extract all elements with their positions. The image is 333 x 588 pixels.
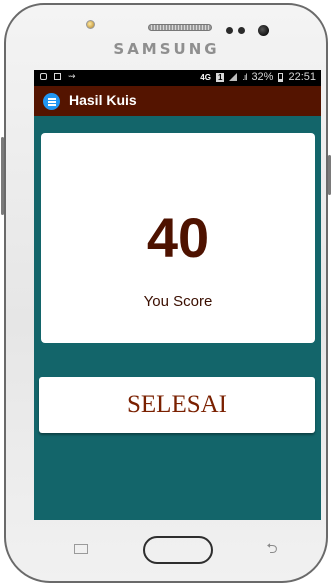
volume-button — [1, 137, 4, 215]
home-icon[interactable] — [143, 536, 213, 564]
brand-logo: SAMSUNG — [113, 40, 220, 58]
score-card: 40 You Score — [41, 133, 315, 343]
battery-icon — [278, 72, 284, 82]
list-icon — [43, 93, 60, 110]
image-icon — [54, 73, 61, 80]
status-notifications: ⇝ — [40, 71, 76, 82]
clock: 22:51 — [288, 71, 316, 83]
page-title: Hasil Kuis — [69, 92, 137, 108]
back-icon[interactable]: ⮌ — [262, 540, 282, 556]
earpiece-speaker — [148, 24, 212, 31]
battery-level: 32% — [251, 71, 274, 83]
recent-apps-icon[interactable] — [74, 544, 88, 554]
score-label: You Score — [143, 293, 213, 310]
signal-bars-icon: .ıl — [242, 72, 247, 82]
status-indicators: 4G 1 .ıl 32% 22:51 — [200, 71, 316, 83]
front-camera-icon — [258, 25, 269, 36]
sensor-dot-icon — [238, 27, 245, 34]
screen: ⇝ 4G 1 .ıl 32% 22:51 Hasil Kuis 40 You S… — [34, 70, 321, 520]
signal-arrow-icon: ⇝ — [68, 71, 76, 81]
score-value: 40 — [146, 206, 210, 269]
app-bar: Hasil Kuis — [34, 86, 321, 116]
proximity-sensor-icon — [86, 20, 95, 29]
network-type: 4G — [200, 72, 211, 82]
sim-badge: 1 — [215, 72, 225, 82]
signal-icon — [229, 73, 238, 81]
status-bar: ⇝ 4G 1 .ıl 32% 22:51 — [34, 70, 321, 86]
navigation-bar: ⮌ — [34, 522, 321, 574]
finish-button[interactable]: SELESAI — [39, 377, 315, 433]
sensor-dot-icon — [226, 27, 233, 34]
power-button — [328, 155, 331, 195]
finish-button-label: SELESAI — [127, 391, 227, 418]
instagram-icon — [40, 73, 47, 80]
